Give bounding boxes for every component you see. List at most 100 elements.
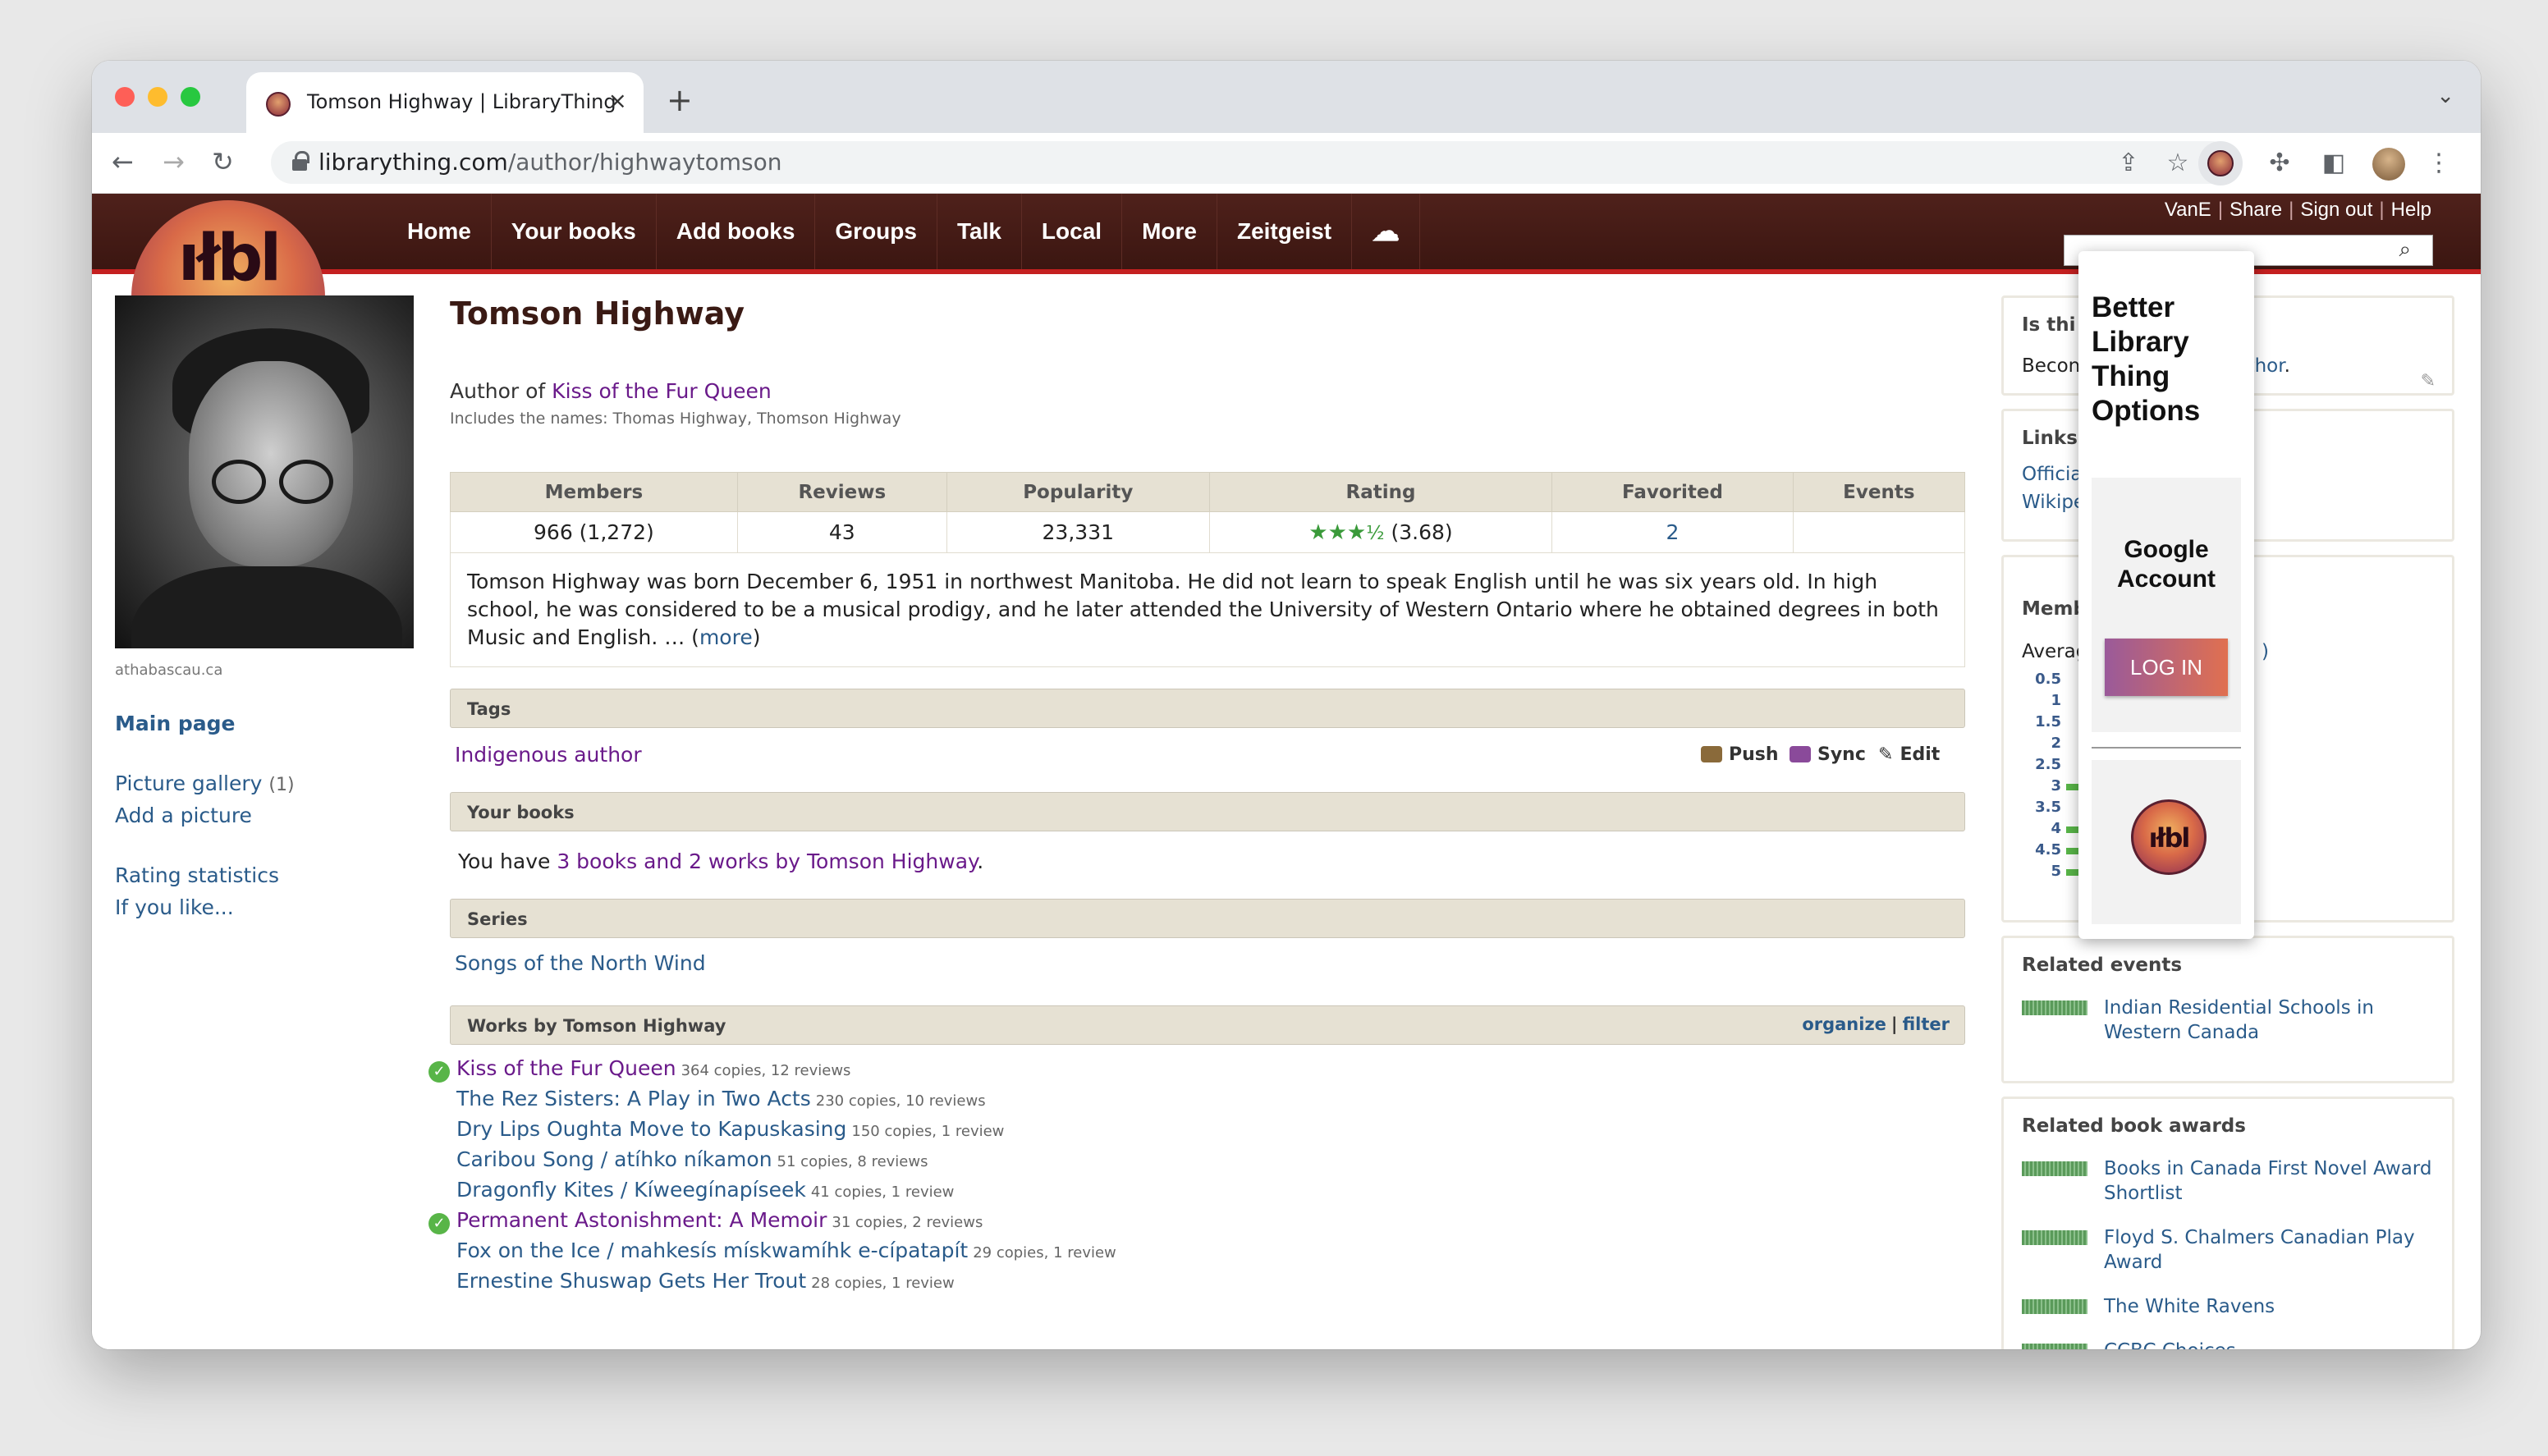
author-photo[interactable] <box>115 295 414 648</box>
favorited-value[interactable]: 2 <box>1551 511 1794 553</box>
award-link[interactable]: The White Ravens <box>2104 1294 2275 1319</box>
work-title-link[interactable]: Dry Lips Oughta Move to Kapuskasing <box>456 1117 846 1141</box>
push-button[interactable]: Push <box>1701 744 1779 765</box>
work-title-link[interactable]: Permanent Astonishment: A Memoir <box>456 1208 827 1232</box>
award-link[interactable]: CCBC Choices <box>2104 1339 2236 1349</box>
main-page-link[interactable]: Main page <box>115 712 419 735</box>
author-of-link[interactable]: Kiss of the Fur Queen <box>552 379 772 403</box>
author-bio: Tomson Highway was born December 6, 1951… <box>450 553 1965 667</box>
forward-arrow-icon[interactable]: → <box>163 146 185 177</box>
nav-zeitgeist[interactable]: Zeitgeist <box>1217 194 1353 269</box>
help-link[interactable]: Help <box>2391 199 2431 221</box>
award-item[interactable]: CCBC Choices <box>2022 1339 2434 1349</box>
nav-local[interactable]: Local <box>1022 194 1123 269</box>
tags-row: Indigenous author Push Sync ✎ Edit <box>450 728 1965 781</box>
lock-icon[interactable] <box>292 151 309 171</box>
tab-search-chevron-icon[interactable]: ⌄ <box>2436 84 2454 108</box>
tab-close-icon[interactable]: × <box>608 87 627 114</box>
official-link[interactable]: Officia <box>2022 464 2082 485</box>
filter-link[interactable]: filter <box>1903 1014 1950 1034</box>
nav-add-books[interactable]: Add books <box>657 194 816 269</box>
related-awards-box: Related book awards Books in Canada Firs… <box>2001 1097 2454 1349</box>
librarything-extension-button[interactable] <box>2198 141 2243 185</box>
work-title-link[interactable]: Ernestine Shuswap Gets Her Trout <box>456 1269 806 1293</box>
reload-icon[interactable]: ↻ <box>212 146 234 177</box>
nav-your-books[interactable]: Your books <box>492 194 657 269</box>
librarything-logo-icon[interactable]: ıłbl <box>2131 799 2207 875</box>
tab-title: Tomson Highway | LibraryThing <box>307 90 616 113</box>
events-value <box>1792 511 1966 553</box>
award-meter <box>2022 1230 2087 1245</box>
profile-avatar[interactable] <box>2372 148 2405 181</box>
main-nav: Home Your books Add books Groups Talk Lo… <box>387 194 1421 269</box>
back-arrow-icon[interactable]: ← <box>112 146 134 177</box>
bookmark-star-icon[interactable]: ☆ <box>2162 148 2193 179</box>
your-books-header-label: Your books <box>467 803 575 822</box>
series-link[interactable]: Songs of the North Wind <box>455 951 706 975</box>
award-item[interactable]: The White Ravens <box>2022 1294 2434 1319</box>
rating-statistics-link[interactable]: Rating statistics <box>115 863 419 887</box>
user-name-link[interactable]: VanE <box>2165 199 2211 221</box>
edit-button[interactable]: ✎ Edit <box>1878 744 1940 765</box>
work-title-link[interactable]: Fox on the Ice / mahkesís mískwamíhk e-c… <box>456 1239 968 1262</box>
award-link[interactable]: Floyd S. Chalmers Canadian Play Award <box>2104 1225 2434 1275</box>
address-bar[interactable]: librarything.com/author/highwaytomson <box>271 141 2233 184</box>
award-item[interactable]: Books in Canada First Novel Award Shortl… <box>2022 1156 2434 1206</box>
if-you-like-link[interactable]: If you like... <box>115 895 419 919</box>
your-books-link[interactable]: 3 books and 2 works by Tomson Highway <box>557 849 977 873</box>
favorited-link[interactable]: 2 <box>1666 520 1680 544</box>
close-window-button[interactable] <box>115 87 135 107</box>
histogram-label: 0.5 <box>2035 671 2061 688</box>
histogram-label: 1.5 <box>2035 713 2061 730</box>
list-item: The Rez Sisters: A Play in Two Acts 230 c… <box>456 1087 1965 1117</box>
work-meta: 364 copies, 12 reviews <box>681 1062 851 1079</box>
log-in-button[interactable]: LOG IN <box>2105 639 2228 696</box>
work-title-link[interactable]: Kiss of the Fur Queen <box>456 1056 676 1080</box>
more-link[interactable]: more <box>699 625 753 649</box>
nav-more[interactable]: More <box>1122 194 1217 269</box>
nav-home[interactable]: Home <box>387 194 492 269</box>
url-text[interactable]: librarything.com/author/highwaytomson <box>318 149 781 176</box>
author-of-label: Author of <box>450 379 552 403</box>
extensions-puzzle-icon[interactable]: ✣ <box>2264 148 2295 179</box>
new-tab-button[interactable]: + <box>667 82 693 118</box>
header-members: Members <box>450 472 738 512</box>
google-line: Google <box>2124 536 2209 563</box>
minimize-window-button[interactable] <box>148 87 167 107</box>
zoom-window-button[interactable] <box>181 87 200 107</box>
author-of: Author of Kiss of the Fur Queen <box>450 379 1965 403</box>
average-tail: ) <box>2262 641 2269 662</box>
separator: | <box>2379 199 2385 221</box>
organize-link[interactable]: organize <box>1802 1014 1886 1034</box>
sign-out-link[interactable]: Sign out <box>2300 199 2372 221</box>
award-item[interactable]: Floyd S. Chalmers Canadian Play Award <box>2022 1225 2434 1275</box>
add-picture-link[interactable]: Add a picture <box>115 804 419 827</box>
photo-face <box>189 361 353 566</box>
work-title-link[interactable]: Dragonfly Kites / Kíweegínapíseek <box>456 1178 806 1202</box>
nav-talk[interactable]: Talk <box>937 194 1022 269</box>
owned-check-icon: ✓ <box>428 1061 450 1083</box>
award-link[interactable]: Books in Canada First Novel Award Shortl… <box>2104 1156 2434 1206</box>
nav-chat-icon[interactable]: ☁ <box>1352 194 1421 269</box>
event-link[interactable]: Indian Residential Schools in Western Ca… <box>2104 996 2434 1045</box>
share-link[interactable]: Share <box>2230 199 2282 221</box>
separator: | <box>1890 1014 1898 1034</box>
tag-link[interactable]: Indigenous author <box>455 743 642 767</box>
search-icon[interactable]: ⌕ <box>2399 237 2411 263</box>
side-panel-icon[interactable]: ◧ <box>2318 148 2349 179</box>
wikipedia-link[interactable]: Wikipe <box>2022 492 2085 513</box>
page-title: Tomson Highway <box>450 295 745 332</box>
series-section-header: Series <box>450 899 1965 938</box>
pencil-icon[interactable]: ✎ <box>2421 371 2436 391</box>
tab-active[interactable]: Tomson Highway | LibraryThing × <box>246 72 644 135</box>
share-icon[interactable]: ⇪ <box>2113 148 2144 179</box>
work-title-link[interactable]: Caribou Song / atíhko níkamon <box>456 1147 772 1171</box>
separator: | <box>2217 199 2224 221</box>
includes-names: Includes the names: Thomas Highway, Thom… <box>450 410 901 428</box>
sync-button[interactable]: Sync <box>1790 744 1866 765</box>
event-item[interactable]: Indian Residential Schools in Western Ca… <box>2022 996 2434 1045</box>
picture-gallery-link[interactable]: Picture gallery <box>115 771 262 795</box>
work-title-link[interactable]: The Rez Sisters: A Play in Two Acts <box>456 1087 811 1110</box>
nav-groups[interactable]: Groups <box>815 194 937 269</box>
browser-menu-icon[interactable]: ⋮ <box>2423 148 2454 179</box>
